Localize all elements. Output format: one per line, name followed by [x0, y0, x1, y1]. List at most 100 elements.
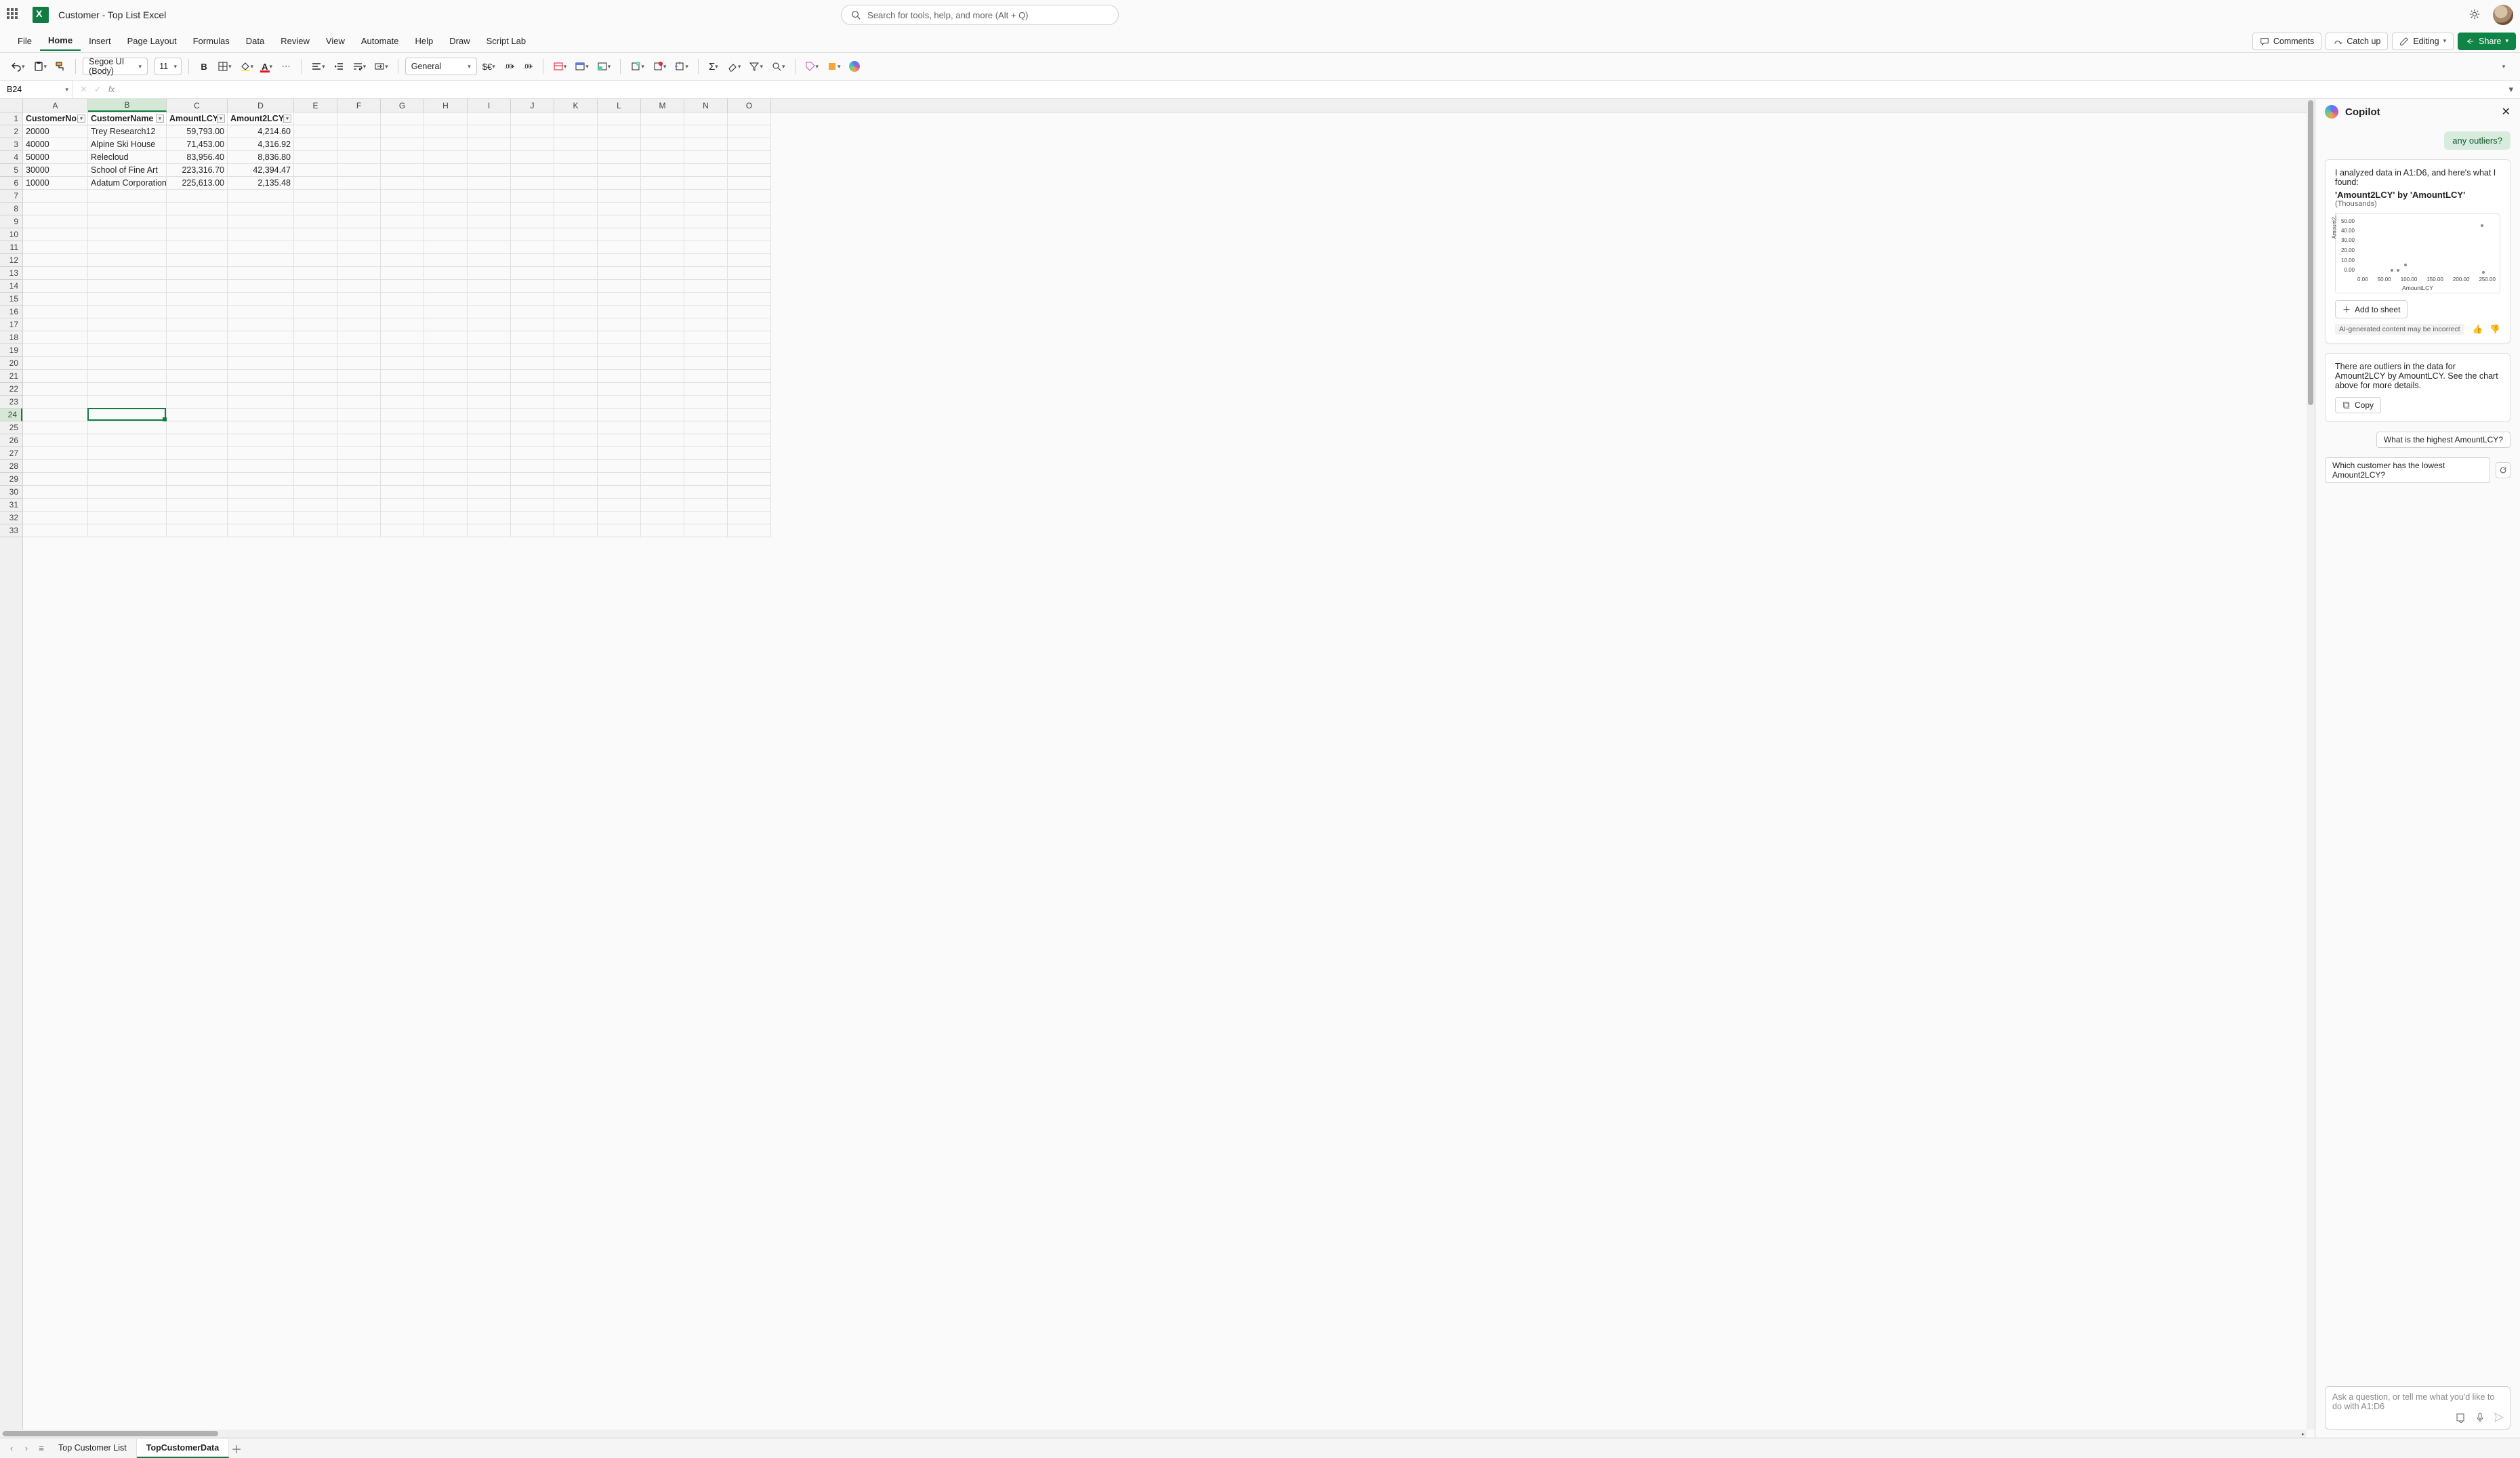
cell[interactable]: [511, 164, 554, 177]
cell[interactable]: [294, 203, 337, 215]
tab-automate[interactable]: Automate: [353, 32, 407, 50]
cell[interactable]: [294, 138, 337, 151]
cell[interactable]: [23, 241, 88, 254]
row-header[interactable]: 27: [0, 447, 22, 460]
cell[interactable]: [684, 228, 728, 241]
cell[interactable]: [337, 151, 381, 164]
cell[interactable]: [468, 125, 511, 138]
row-header[interactable]: 2: [0, 125, 22, 138]
paste-button[interactable]: ▾: [30, 58, 50, 75]
cell[interactable]: [641, 203, 684, 215]
cell[interactable]: [167, 254, 228, 267]
comments-button[interactable]: Comments: [2252, 33, 2321, 50]
cell[interactable]: [728, 512, 771, 524]
cell[interactable]: [598, 460, 641, 473]
row-header[interactable]: 8: [0, 203, 22, 215]
fill-color-button[interactable]: ▾: [237, 58, 257, 75]
cell[interactable]: [381, 409, 424, 421]
cell[interactable]: [228, 473, 294, 486]
cell[interactable]: [294, 190, 337, 203]
cell[interactable]: [728, 460, 771, 473]
cell[interactable]: [641, 344, 684, 357]
cell[interactable]: [23, 318, 88, 331]
cell[interactable]: [167, 473, 228, 486]
cell[interactable]: [468, 267, 511, 280]
cell[interactable]: [424, 434, 468, 447]
tab-data[interactable]: Data: [238, 32, 272, 50]
column-header[interactable]: J: [511, 99, 554, 112]
cell[interactable]: [728, 138, 771, 151]
cell[interactable]: [167, 434, 228, 447]
cell[interactable]: [468, 421, 511, 434]
cell[interactable]: [337, 164, 381, 177]
cell[interactable]: [424, 112, 468, 125]
column-header[interactable]: B: [88, 99, 167, 112]
cell[interactable]: [641, 112, 684, 125]
cell[interactable]: [684, 138, 728, 151]
cell[interactable]: [337, 138, 381, 151]
row-header[interactable]: 5: [0, 164, 22, 177]
addins-button[interactable]: ▾: [824, 58, 844, 75]
thumbs-up-icon[interactable]: 👍: [2473, 325, 2483, 335]
cell[interactable]: [468, 241, 511, 254]
cell[interactable]: [337, 409, 381, 421]
cell[interactable]: [294, 383, 337, 396]
cell[interactable]: [228, 486, 294, 499]
cell[interactable]: [728, 177, 771, 190]
cell[interactable]: [294, 460, 337, 473]
cell[interactable]: [424, 228, 468, 241]
cell[interactable]: [228, 306, 294, 318]
cell[interactable]: [381, 215, 424, 228]
row-header[interactable]: 29: [0, 473, 22, 486]
refresh-suggestions-button[interactable]: [2496, 462, 2511, 478]
cell[interactable]: [337, 396, 381, 409]
cell[interactable]: [23, 228, 88, 241]
search-box[interactable]: Search for tools, help, and more (Alt + …: [841, 5, 1119, 25]
cell[interactable]: [381, 241, 424, 254]
cell[interactable]: [167, 524, 228, 537]
cell[interactable]: [641, 293, 684, 306]
cell[interactable]: [598, 138, 641, 151]
cell[interactable]: [554, 473, 598, 486]
cell[interactable]: [23, 421, 88, 434]
name-box-input[interactable]: [5, 84, 53, 95]
cell[interactable]: [511, 396, 554, 409]
cell[interactable]: [728, 524, 771, 537]
cell[interactable]: [88, 331, 167, 344]
cell[interactable]: [167, 499, 228, 512]
cell[interactable]: [641, 306, 684, 318]
cell[interactable]: [228, 228, 294, 241]
cell[interactable]: [684, 460, 728, 473]
filter-dropdown-icon[interactable]: ▾: [217, 114, 225, 123]
cell[interactable]: [511, 460, 554, 473]
cell[interactable]: [641, 370, 684, 383]
cell[interactable]: [381, 177, 424, 190]
cell[interactable]: [381, 318, 424, 331]
cell[interactable]: [294, 396, 337, 409]
cell[interactable]: [167, 267, 228, 280]
cell[interactable]: [167, 486, 228, 499]
cell[interactable]: [23, 215, 88, 228]
cell[interactable]: 40000: [23, 138, 88, 151]
tab-help[interactable]: Help: [407, 32, 442, 50]
cell[interactable]: [728, 112, 771, 125]
cell[interactable]: [468, 512, 511, 524]
cell[interactable]: [468, 434, 511, 447]
copilot-input[interactable]: Ask a question, or tell me what you'd li…: [2325, 1386, 2511, 1430]
cell[interactable]: [167, 396, 228, 409]
row-header[interactable]: 9: [0, 215, 22, 228]
cell[interactable]: [88, 241, 167, 254]
cell[interactable]: [598, 112, 641, 125]
cell[interactable]: [728, 280, 771, 293]
cell[interactable]: [88, 357, 167, 370]
tab-script-lab[interactable]: Script Lab: [478, 32, 535, 50]
cell[interactable]: [381, 486, 424, 499]
cell[interactable]: [337, 460, 381, 473]
app-launcher-icon[interactable]: [7, 8, 20, 22]
cell[interactable]: [381, 254, 424, 267]
cell[interactable]: [294, 318, 337, 331]
all-sheets-button[interactable]: ≡: [34, 1443, 49, 1453]
cell[interactable]: [511, 254, 554, 267]
cell[interactable]: 4,214.60: [228, 125, 294, 138]
document-title[interactable]: Customer - Top List Excel: [58, 9, 166, 20]
